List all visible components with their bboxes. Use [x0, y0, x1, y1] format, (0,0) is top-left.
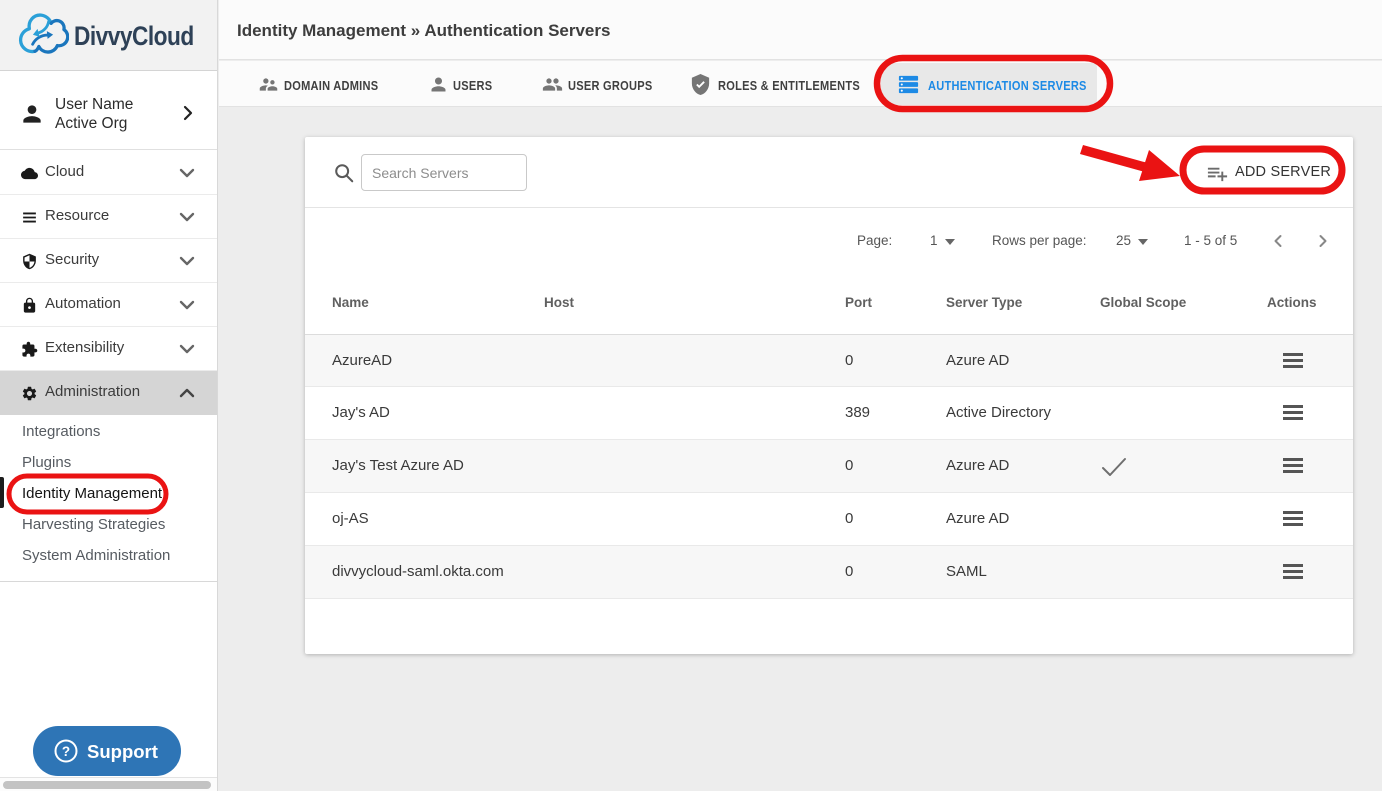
svg-text:?: ? [62, 744, 70, 759]
